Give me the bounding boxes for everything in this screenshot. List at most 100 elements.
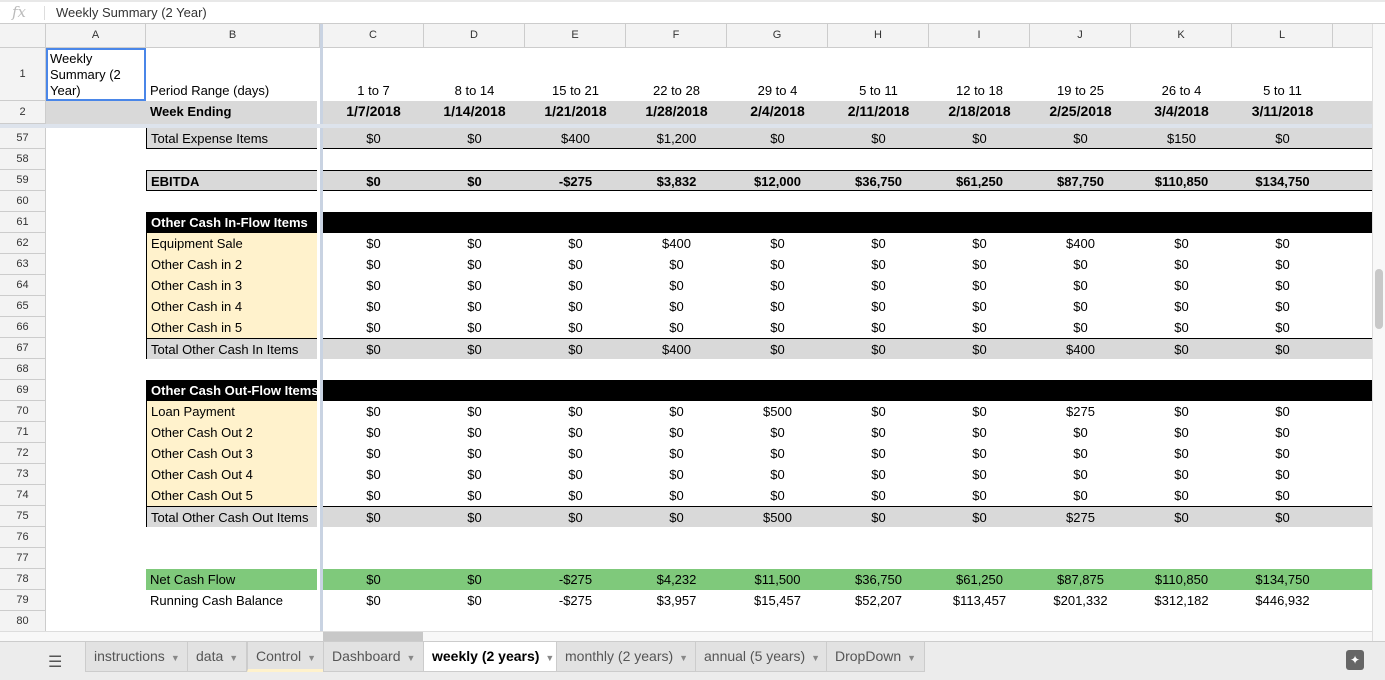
value-cell[interactable]: $0 — [1131, 233, 1232, 254]
sheet-tab-dashboard[interactable]: Dashboard ▼ — [323, 642, 425, 672]
row-label[interactable]: Total Other Cash In Items — [146, 338, 317, 359]
cell[interactable] — [929, 212, 1030, 233]
cell[interactable] — [1333, 233, 1372, 254]
row-header-58[interactable]: 58 — [0, 149, 46, 170]
column-header-b[interactable]: B — [146, 24, 320, 48]
row-label[interactable]: Other Cash Out 3 — [146, 443, 317, 464]
value-cell[interactable]: 5 to 11 — [1232, 48, 1333, 101]
value-cell[interactable]: 5 to 11 — [828, 48, 929, 101]
cell[interactable] — [626, 527, 727, 548]
value-cell[interactable]: 3/1 — [1333, 101, 1372, 124]
cell[interactable] — [1333, 485, 1372, 506]
row-label[interactable]: Other Cash in 3 — [146, 275, 317, 296]
value-cell[interactable]: $0 — [828, 422, 929, 443]
sheet-tab-dropdown[interactable]: DropDown ▼ — [826, 642, 926, 672]
value-cell[interactable]: $0 — [323, 569, 424, 590]
value-cell[interactable]: $0 — [1030, 443, 1131, 464]
cell[interactable] — [424, 611, 525, 631]
value-cell[interactable]: $0 — [727, 338, 828, 359]
cell[interactable] — [1131, 548, 1232, 569]
cell[interactable] — [424, 191, 525, 212]
value-cell[interactable]: $0 — [424, 569, 525, 590]
value-cell[interactable]: $275 — [1030, 506, 1131, 527]
cell[interactable] — [525, 191, 626, 212]
cell-a[interactable] — [46, 212, 146, 233]
value-cell[interactable]: 15 to 21 — [525, 48, 626, 101]
cell-a[interactable] — [46, 275, 146, 296]
column-header-c[interactable]: C — [323, 24, 424, 48]
value-cell[interactable]: $0 — [424, 128, 525, 149]
value-cell[interactable]: $0 — [525, 401, 626, 422]
cell[interactable] — [929, 359, 1030, 380]
cell[interactable] — [1131, 191, 1232, 212]
cell-a[interactable] — [46, 233, 146, 254]
cell-a[interactable] — [46, 149, 146, 170]
value-cell[interactable]: 2/25/2018 — [1030, 101, 1131, 124]
value-cell[interactable]: $0 — [525, 317, 626, 338]
cell[interactable] — [525, 527, 626, 548]
cell[interactable] — [1232, 212, 1333, 233]
cell[interactable] — [626, 611, 727, 631]
row-label[interactable]: Loan Payment — [146, 401, 317, 422]
value-cell[interactable]: $0 — [929, 506, 1030, 527]
value-cell[interactable]: 8 to 14 — [424, 48, 525, 101]
value-cell[interactable]: $0 — [828, 338, 929, 359]
value-cell[interactable]: $0 — [929, 401, 1030, 422]
value-cell[interactable]: $0 — [828, 506, 929, 527]
value-cell[interactable]: $15,457 — [727, 590, 828, 611]
value-cell[interactable]: $0 — [323, 506, 424, 527]
row-header-2[interactable]: 2 — [0, 101, 46, 124]
row-header-62[interactable]: 62 — [0, 233, 46, 254]
value-cell[interactable]: $0 — [424, 443, 525, 464]
tab-menu-chevron-icon[interactable]: ▼ — [811, 653, 820, 663]
cell[interactable] — [727, 380, 828, 401]
value-cell[interactable]: $0 — [626, 275, 727, 296]
row-header-65[interactable]: 65 — [0, 296, 46, 317]
cell[interactable] — [1333, 128, 1372, 149]
cell-a[interactable] — [46, 128, 146, 149]
row-label[interactable]: Total Other Cash Out Items — [146, 506, 317, 527]
cell[interactable] — [828, 359, 929, 380]
cell[interactable] — [929, 527, 1030, 548]
value-cell[interactable]: $150 — [1131, 128, 1232, 149]
value-cell[interactable]: $0 — [1030, 485, 1131, 506]
value-cell[interactable]: $0 — [929, 464, 1030, 485]
sheet-tab-annual-5-years[interactable]: annual (5 years) ▼ — [695, 642, 830, 672]
value-cell[interactable]: $275 — [1030, 401, 1131, 422]
value-cell[interactable]: $0 — [929, 443, 1030, 464]
row-header-57[interactable]: 57 — [0, 128, 46, 149]
cell-a[interactable] — [46, 464, 146, 485]
cell[interactable] — [929, 149, 1030, 170]
cell[interactable] — [525, 359, 626, 380]
cell[interactable] — [424, 359, 525, 380]
row-label[interactable] — [146, 611, 317, 631]
cell[interactable] — [929, 191, 1030, 212]
value-cell[interactable]: $0 — [727, 275, 828, 296]
cell[interactable] — [1333, 296, 1372, 317]
cell[interactable] — [1030, 527, 1131, 548]
cell[interactable] — [424, 527, 525, 548]
sheet-tab-data[interactable]: data ▼ — [187, 642, 248, 672]
column-header-l[interactable]: L — [1232, 24, 1333, 48]
column-header-d[interactable]: D — [424, 24, 525, 48]
value-cell[interactable]: $0 — [727, 443, 828, 464]
cell[interactable] — [1333, 254, 1372, 275]
cell-a[interactable] — [46, 296, 146, 317]
value-cell[interactable]: $0 — [424, 422, 525, 443]
value-cell[interactable]: $201,332 — [1030, 590, 1131, 611]
value-cell[interactable]: $400 — [1030, 233, 1131, 254]
cell[interactable] — [1333, 149, 1372, 170]
value-cell[interactable]: 19 to 25 — [1030, 48, 1131, 101]
cell[interactable] — [323, 212, 424, 233]
value-cell[interactable]: $0 — [1131, 485, 1232, 506]
value-cell[interactable]: $0 — [323, 128, 424, 149]
value-cell[interactable]: $0 — [828, 401, 929, 422]
row-label[interactable]: EBITDA — [146, 170, 317, 191]
value-cell[interactable]: 1/14/2018 — [424, 101, 525, 124]
cell-a[interactable] — [46, 548, 146, 569]
value-cell[interactable]: $0 — [1232, 296, 1333, 317]
value-cell[interactable]: $0 — [1232, 338, 1333, 359]
value-cell[interactable]: $0 — [828, 296, 929, 317]
cell[interactable] — [1333, 275, 1372, 296]
value-cell[interactable]: $3,832 — [626, 170, 727, 191]
